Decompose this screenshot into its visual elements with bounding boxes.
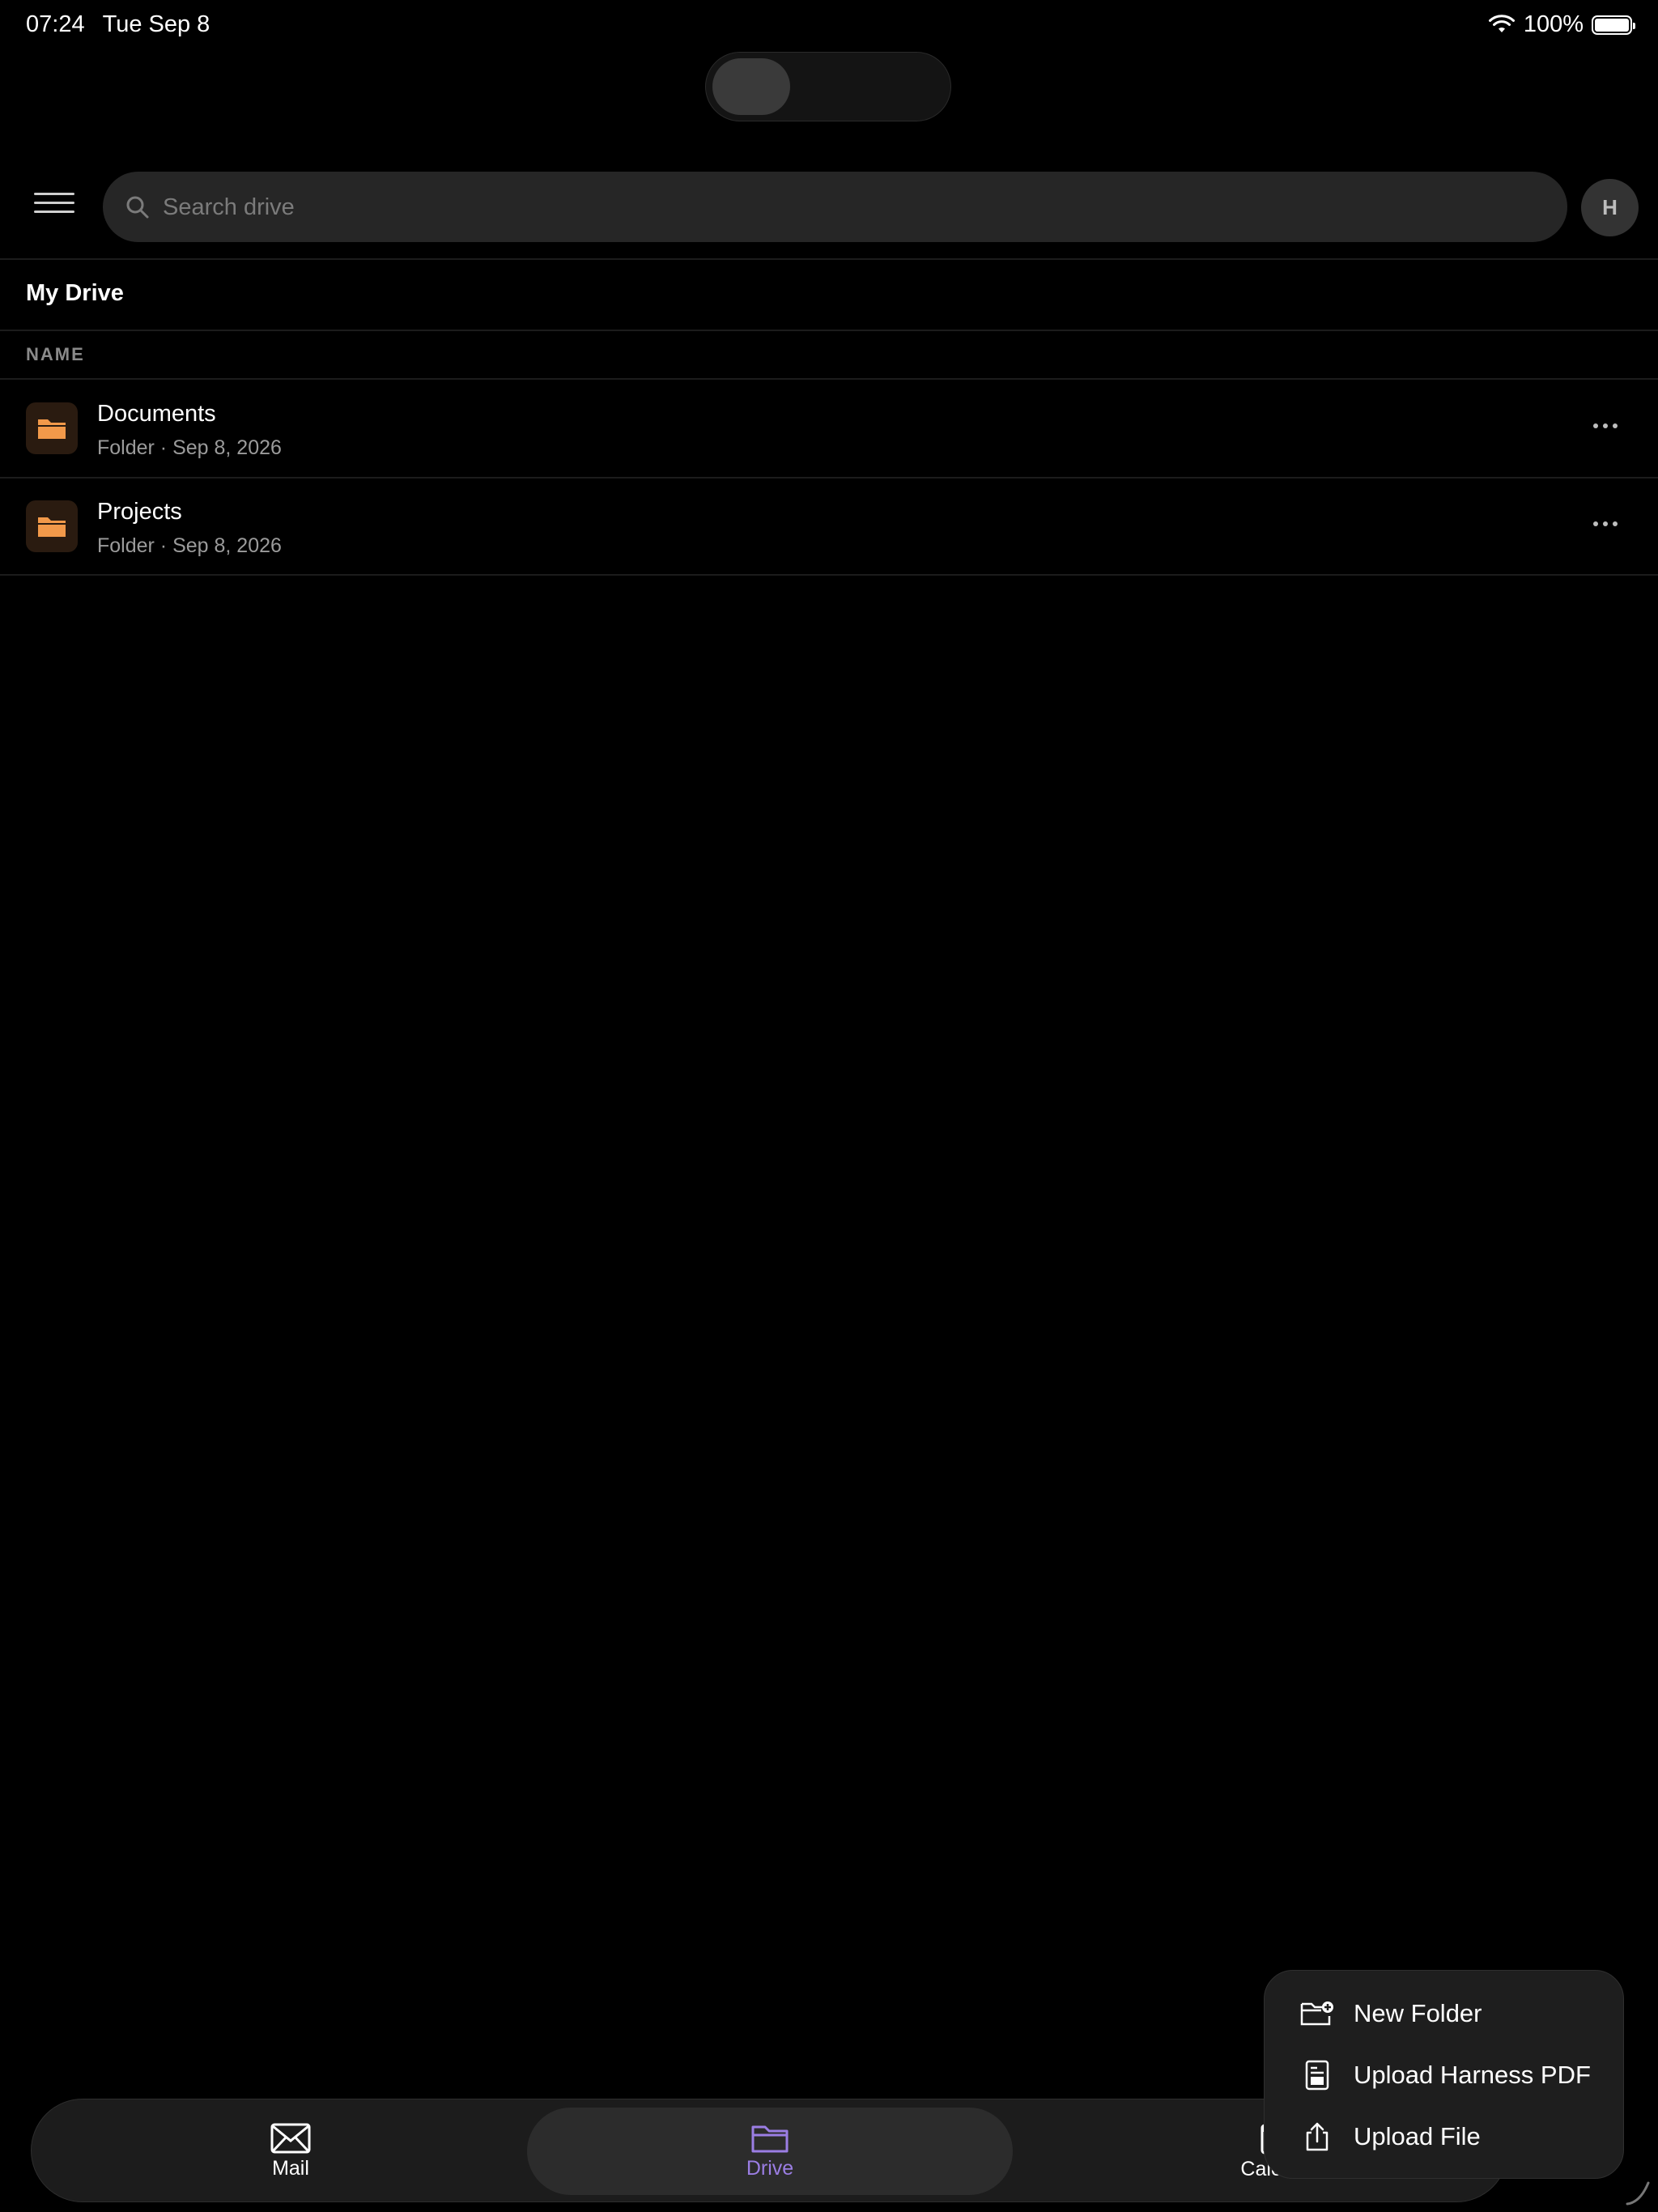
hamburger-menu-icon[interactable] [34,193,74,222]
create-popup-menu: New Folder Upload Harness PDF Upload Fil… [1264,1970,1624,2179]
avatar[interactable]: H [1581,179,1639,236]
battery-percent: 100% [1523,11,1584,37]
menu-item-label: Upload Harness PDF [1354,2061,1591,2089]
item-meta: Folder · Sep 8, 2026 [97,436,282,459]
document-icon [1305,2060,1329,2091]
new-folder-icon [1300,2001,1333,2026]
list-item[interactable]: Documents Folder · Sep 8, 2026 [0,380,1658,477]
multitask-toggle[interactable] [705,52,951,121]
search-bar[interactable] [103,172,1567,244]
wifi-icon [1488,14,1515,32]
search-icon [126,196,149,219]
divider [0,330,1658,331]
divider [0,574,1658,576]
resize-handle-icon[interactable] [1624,2178,1653,2207]
nav-drive-label: Drive [746,2156,794,2180]
nav-mail-label: Mail [272,2156,309,2180]
battery-icon [1592,15,1635,35]
folder-icon [26,500,78,552]
status-date: Tue Sep 8 [102,11,210,37]
nav-mail[interactable]: Mail [210,2099,372,2203]
item-meta: Folder · Sep 8, 2026 [97,534,282,557]
nav-drive[interactable]: Drive [527,2108,1013,2195]
more-options-icon[interactable] [1588,419,1622,433]
status-time: 07:24 [26,11,85,37]
search-input[interactable] [161,172,1541,244]
column-header-name[interactable]: NAME [26,344,85,365]
more-options-icon[interactable] [1588,517,1622,531]
menu-item-upload-file[interactable]: Upload File [1300,2116,1481,2157]
item-name: Projects [97,499,182,525]
menu-item-label: Upload File [1354,2122,1481,2150]
item-name: Documents [97,401,216,427]
page-title: My Drive [26,280,124,306]
divider [0,258,1658,260]
folder-icon [26,402,78,454]
menu-item-label: New Folder [1354,1999,1482,2027]
status-bar-left: 07:24 Tue Sep 8 [26,11,210,38]
menu-item-upload-harness-pdf[interactable]: Upload Harness PDF [1300,2055,1591,2095]
folder-icon [751,2125,789,2152]
menu-item-new-folder[interactable]: New Folder [1300,1993,1482,2034]
toggle-knob [712,58,790,115]
mail-icon [270,2123,311,2153]
upload-icon [1306,2122,1329,2151]
status-bar-right: 100% [1488,11,1635,38]
list-item[interactable]: Projects Folder · Sep 8, 2026 [0,478,1658,575]
